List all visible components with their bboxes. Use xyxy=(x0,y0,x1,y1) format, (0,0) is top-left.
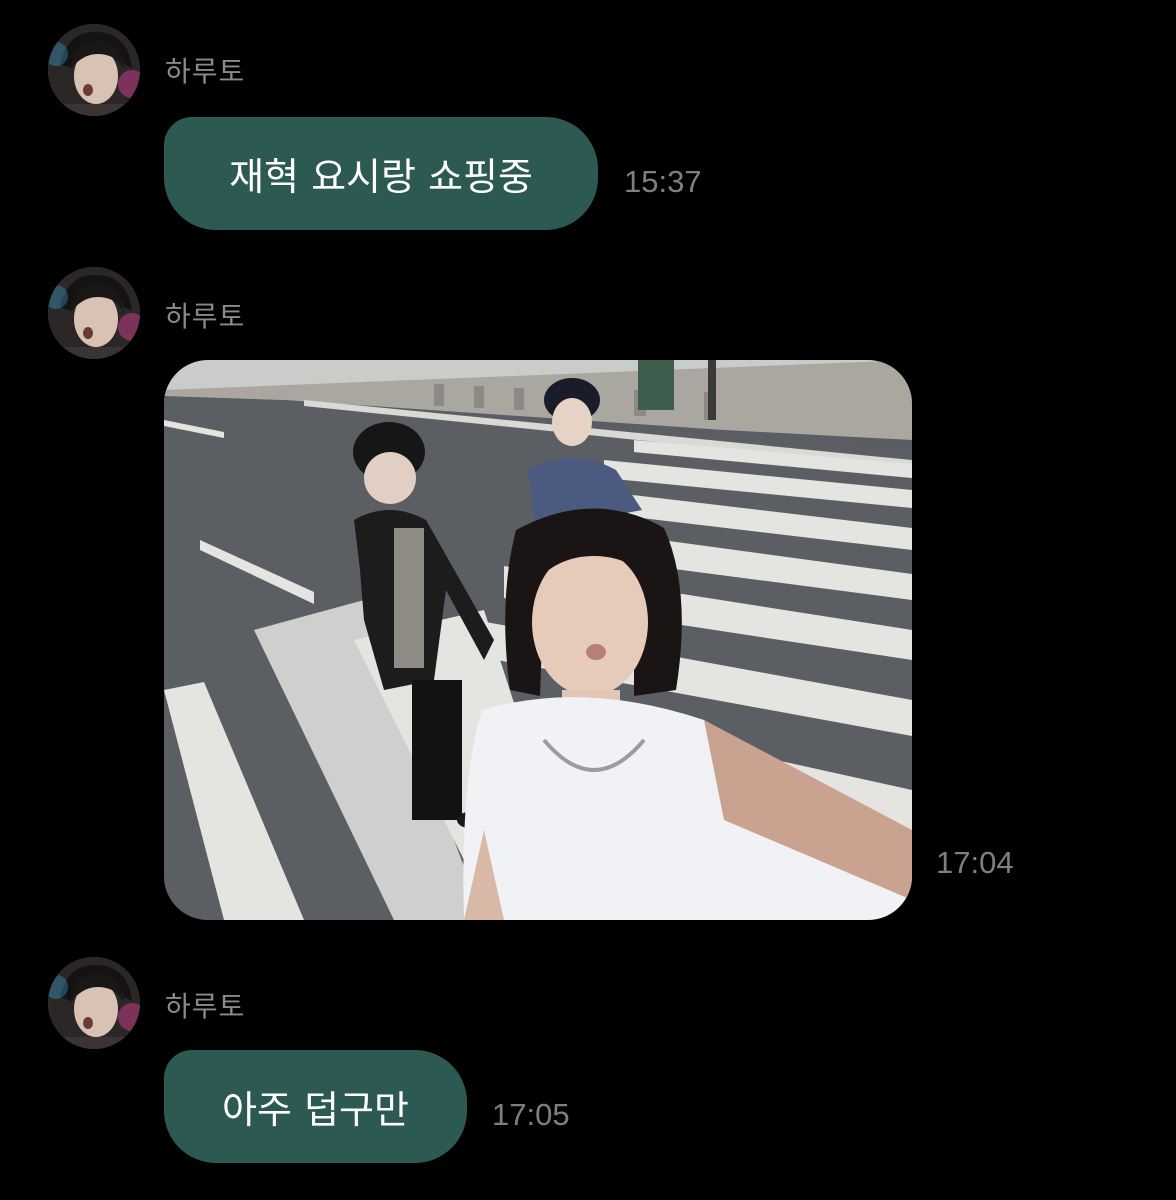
profile-photo-icon xyxy=(48,267,140,359)
photo-message[interactable] xyxy=(164,360,912,920)
message-bubble[interactable]: 아주 덥구만 xyxy=(164,1050,467,1163)
message-group-3: 하루토 아주 덥구만 17:05 xyxy=(0,957,1176,1167)
message-timestamp: 15:37 xyxy=(624,164,702,199)
message-timestamp: 17:05 xyxy=(492,1097,570,1132)
sender-name: 하루토 xyxy=(165,300,246,333)
message-bubble[interactable]: 재혁 요시랑 쇼핑중 xyxy=(164,117,598,230)
street-selfie-photo-icon xyxy=(164,360,912,920)
avatar[interactable] xyxy=(48,24,140,116)
avatar[interactable] xyxy=(48,957,140,1049)
message-group-1: 하루토 재혁 요시랑 쇼핑중 15:37 xyxy=(0,24,1176,234)
message-text: 아주 덥구만 xyxy=(222,1088,409,1132)
avatar[interactable] xyxy=(48,267,140,359)
sender-name: 하루토 xyxy=(165,55,246,88)
message-timestamp: 17:04 xyxy=(936,845,1014,880)
message-group-2: 하루토 17:04 xyxy=(0,267,1176,927)
message-text: 재혁 요시랑 쇼핑중 xyxy=(229,155,533,199)
sender-name: 하루토 xyxy=(165,990,246,1023)
profile-photo-icon xyxy=(48,957,140,1049)
profile-photo-icon xyxy=(48,24,140,116)
